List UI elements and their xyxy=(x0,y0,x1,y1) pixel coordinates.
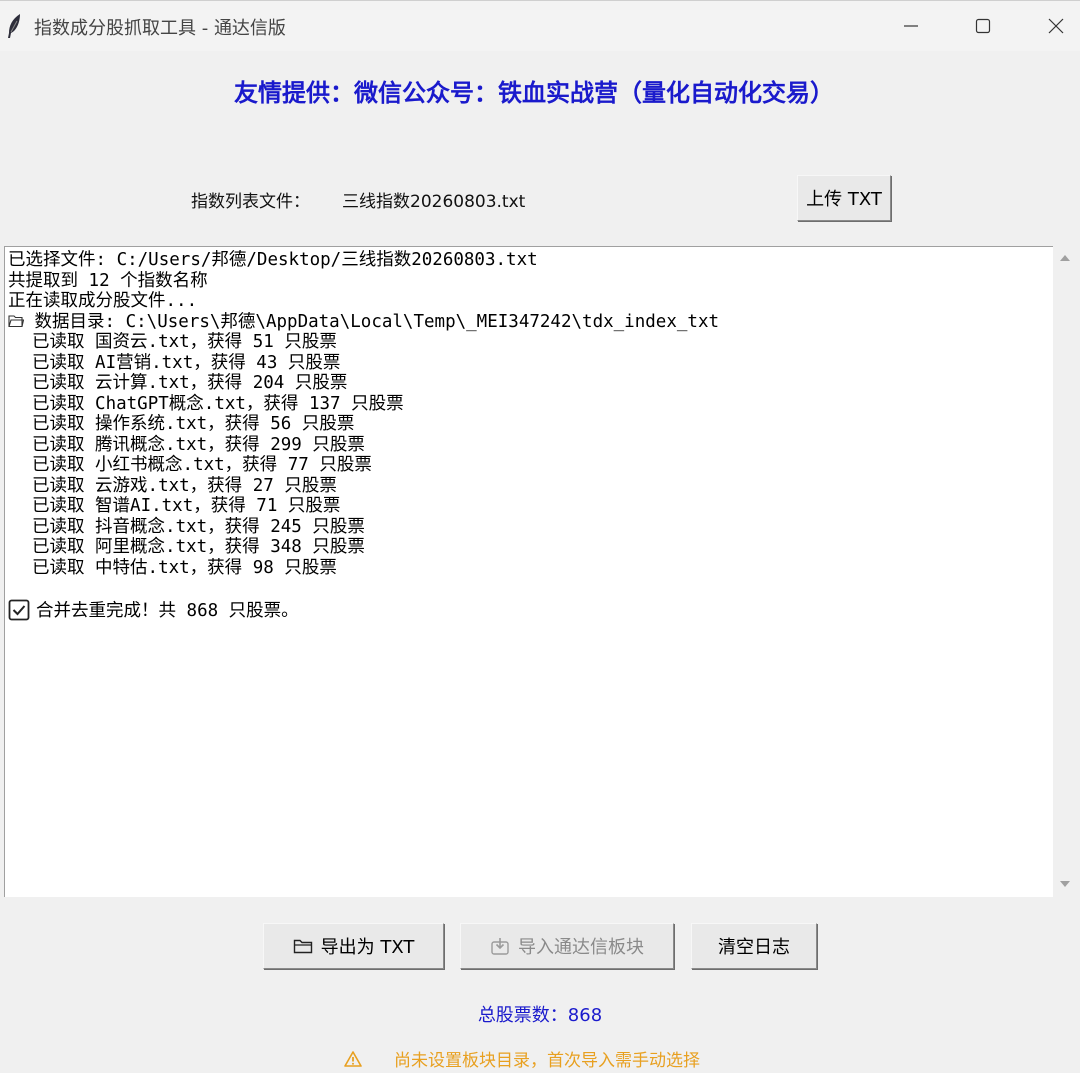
log-line-text: 已读取 阿里概念.txt，获得 348 只股票 xyxy=(32,537,365,557)
minimize-icon xyxy=(904,25,918,27)
import-tdx-button[interactable]: 导入通达信板块 xyxy=(460,923,674,969)
import-icon xyxy=(491,938,509,955)
log-line-text: 已读取 智谱AI.txt，获得 71 只股票 xyxy=(32,496,341,516)
scroll-down-arrow-icon[interactable] xyxy=(1059,880,1071,888)
warning-text: 尚未设置板块目录，首次导入需手动选择 xyxy=(394,1051,700,1071)
log-line: 数据目录: C:\Users\邦德\AppData\Local\Temp\_ME… xyxy=(8,312,1049,333)
folder-icon xyxy=(8,313,25,327)
feather-icon xyxy=(6,13,24,39)
window-title: 指数成分股抓取工具 - 通达信版 xyxy=(34,18,286,39)
log-line: 共提取到 12 个指数名称 xyxy=(8,271,1049,292)
upload-txt-label: 上传 TXT xyxy=(806,189,882,210)
log-line: 已读取 腾讯概念.txt，获得 299 只股票 xyxy=(8,435,1049,456)
log-line: 已读取 云游戏.txt，获得 27 只股票 xyxy=(8,476,1049,497)
export-txt-button[interactable]: 导出为 TXT xyxy=(263,923,444,969)
log-line: 已读取 小红书概念.txt，获得 77 只股票 xyxy=(8,455,1049,476)
log-line: 已读取 ChatGPT概念.txt，获得 137 只股票 xyxy=(8,394,1049,415)
close-icon xyxy=(1048,18,1064,34)
total-stock-count: 总股票数：868 xyxy=(477,1005,603,1026)
log-line: 已读取 智谱AI.txt，获得 71 只股票 xyxy=(8,496,1049,517)
title-bar[interactable]: 指数成分股抓取工具 - 通达信版 xyxy=(0,1,1080,51)
log-lines: 已选择文件: C:/Users/邦德/Desktop/三线指数20260803.… xyxy=(8,250,1049,621)
log-line-text: 数据目录: C:\Users\邦德\AppData\Local\Temp\_ME… xyxy=(24,311,720,332)
close-button[interactable] xyxy=(1036,9,1076,43)
log-line-text: 正在读取成分股文件... xyxy=(8,291,198,311)
log-line: 已读取 操作系统.txt，获得 56 只股票 xyxy=(8,414,1049,435)
log-line-text: 已读取 操作系统.txt，获得 56 只股票 xyxy=(32,414,355,434)
log-line-text: 已读取 国资云.txt，获得 51 只股票 xyxy=(32,332,337,352)
log-line-text: 合并去重完成！共 868 只股票。 xyxy=(36,600,299,621)
upload-txt-button[interactable]: 上传 TXT xyxy=(797,175,891,221)
log-line-text: 已读取 小红书概念.txt，获得 77 只股票 xyxy=(32,455,372,475)
log-line: 正在读取成分股文件... xyxy=(8,291,1049,312)
log-line-text: 共提取到 12 个指数名称 xyxy=(8,270,208,291)
check-box-icon xyxy=(8,599,30,621)
log-line: 已读取 云计算.txt，获得 204 只股票 xyxy=(8,373,1049,394)
import-tdx-label: 导入通达信板块 xyxy=(518,937,644,958)
log-line-text: 已读取 云计算.txt，获得 204 只股票 xyxy=(32,373,348,393)
log-line-text: 已读取 抖音概念.txt，获得 245 只股票 xyxy=(32,516,365,537)
selected-file-name: 三线指数20260803.txt xyxy=(342,192,526,212)
clear-log-label: 清空日志 xyxy=(718,937,790,958)
log-line: 已读取 阿里概念.txt，获得 348 只股票 xyxy=(8,537,1049,558)
log-textbox[interactable]: 已选择文件: C:/Users/邦德/Desktop/三线指数20260803.… xyxy=(4,246,1053,897)
folder-icon xyxy=(293,939,312,954)
minimize-button[interactable] xyxy=(891,9,931,43)
log-scrollbar[interactable] xyxy=(1053,246,1077,897)
banner-text: 友情提供：微信公众号：铁血实战营（量化自动化交易） xyxy=(234,79,834,107)
app-window: 指数成分股抓取工具 - 通达信版 友情提供：微信公众号：铁血实战营（量化自动化交… xyxy=(0,0,1080,1073)
log-line: 已读取 抖音概念.txt，获得 245 只股票 xyxy=(8,517,1049,538)
log-line: 已读取 AI营销.txt，获得 43 只股票 xyxy=(8,353,1049,374)
clear-log-button[interactable]: 清空日志 xyxy=(691,923,817,969)
log-line: 合并去重完成！共 868 只股票。 xyxy=(8,599,1049,621)
log-line-text: 已读取 AI营销.txt，获得 43 只股票 xyxy=(32,352,341,373)
log-line-text: 已选择文件: C:/Users/邦德/Desktop/三线指数20260803.… xyxy=(8,250,538,270)
warning-icon xyxy=(344,1050,362,1067)
log-line-text: 已读取 云游戏.txt，获得 27 只股票 xyxy=(32,475,337,496)
warning-message: 尚未设置板块目录，首次导入需手动选择 xyxy=(344,1046,700,1071)
export-txt-label: 导出为 TXT xyxy=(320,937,415,958)
maximize-icon xyxy=(975,18,991,34)
maximize-button[interactable] xyxy=(963,9,1003,43)
log-line: 已读取 中特估.txt，获得 98 只股票 xyxy=(8,558,1049,579)
log-line-text: 已读取 ChatGPT概念.txt，获得 137 只股票 xyxy=(32,393,404,414)
log-line-text: 已读取 中特估.txt，获得 98 只股票 xyxy=(32,557,337,578)
file-label: 指数列表文件： xyxy=(191,192,310,212)
scroll-up-arrow-icon[interactable] xyxy=(1059,254,1071,262)
log-line: 已选择文件: C:/Users/邦德/Desktop/三线指数20260803.… xyxy=(8,250,1049,271)
log-line: 已读取 国资云.txt，获得 51 只股票 xyxy=(8,332,1049,353)
log-line-text: 已读取 腾讯概念.txt，获得 299 只股票 xyxy=(32,434,365,455)
